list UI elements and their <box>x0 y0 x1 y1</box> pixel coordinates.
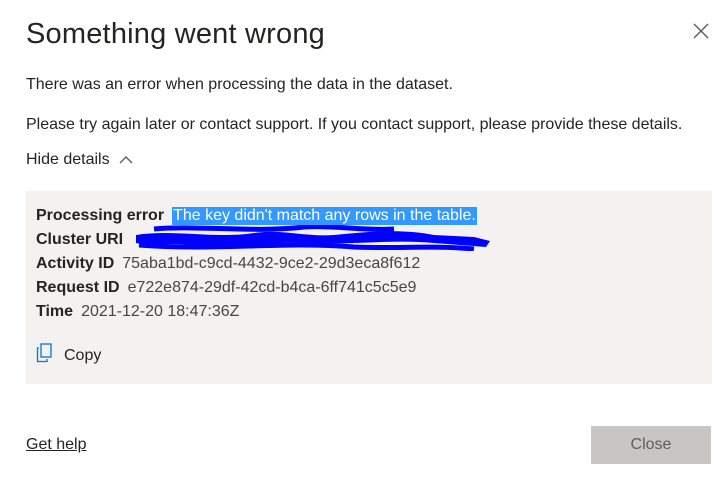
request-id-value: e722e874-29df-42cd-b4ca-6ff741c5c5e9 <box>127 279 417 296</box>
activity-id-value: 75aba1bd-c9cd-4432-9ce2-29d3eca8f612 <box>122 255 421 272</box>
copy-icon <box>36 343 54 368</box>
close-button[interactable]: Close <box>591 426 711 464</box>
error-details-panel: Processing error The key didn't match an… <box>26 191 712 384</box>
processing-error-label: Processing error <box>36 207 165 224</box>
time-value: 2021-12-20 18:47:36Z <box>81 303 240 320</box>
activity-id-row: Activity ID 75aba1bd-c9cd-4432-9ce2-29d3… <box>36 255 420 273</box>
hide-details-label: Hide details <box>26 151 110 168</box>
dialog-title: Something went wrong <box>26 18 325 50</box>
error-message: There was an error when processing the d… <box>26 76 453 93</box>
support-instruction: Please try again later or contact suppor… <box>26 116 683 133</box>
copy-button[interactable]: Copy <box>36 343 101 368</box>
time-row: Time 2021-12-20 18:47:36Z <box>36 303 239 321</box>
processing-error-value: The key didn't match any rows in the tab… <box>172 207 477 225</box>
request-id-row: Request ID e722e874-29df-42cd-b4ca-6ff74… <box>36 279 416 297</box>
activity-id-label: Activity ID <box>36 255 115 272</box>
copy-label: Copy <box>64 346 102 364</box>
get-help-link[interactable]: Get help <box>26 436 86 454</box>
hide-details-toggle[interactable]: Hide details <box>26 151 134 169</box>
redaction-scribble <box>136 225 490 251</box>
chevron-up-icon <box>118 155 134 165</box>
request-id-label: Request ID <box>36 279 120 296</box>
close-x-icon[interactable] <box>690 20 712 42</box>
cluster-uri-label: Cluster URI <box>36 231 124 248</box>
time-label: Time <box>36 303 74 320</box>
error-dialog: Something went wrong There was an error … <box>0 0 722 497</box>
processing-error-row: Processing error The key didn't match an… <box>36 207 477 225</box>
cluster-uri-row: Cluster URI <box>36 231 131 249</box>
